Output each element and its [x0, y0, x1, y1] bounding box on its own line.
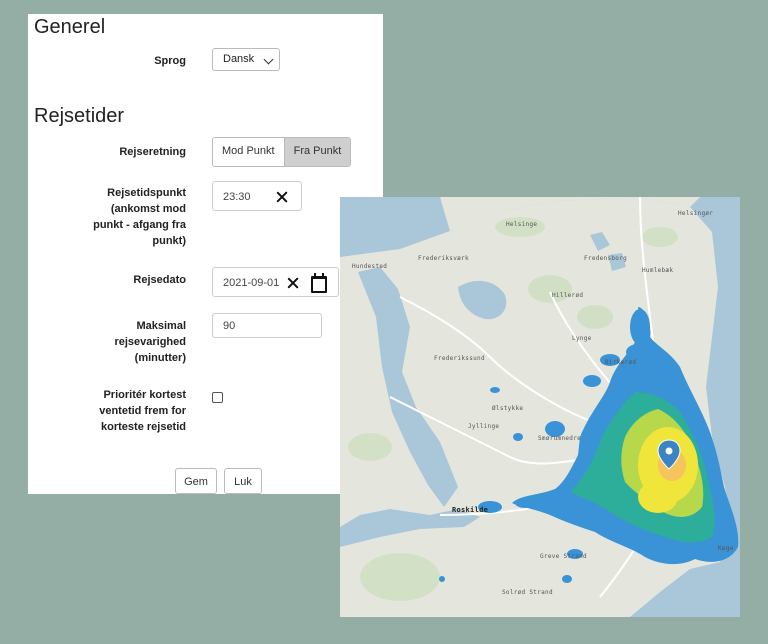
max-duration-label-line: rejsevarighed: [114, 336, 186, 348]
place-label: Smørumnedre: [538, 435, 582, 442]
time-input[interactable]: 23:30: [212, 181, 302, 211]
save-button[interactable]: Gem: [175, 468, 217, 494]
direction-toggle: Mod Punkt Fra Punkt: [212, 137, 352, 167]
place-label: Greve Strand: [540, 553, 587, 560]
place-label: Helsingør: [678, 210, 714, 217]
settings-panel: Generel Sprog Dansk Rejsetider Rejseretn…: [28, 14, 383, 494]
place-label: Hundested: [352, 263, 388, 270]
calendar-icon[interactable]: [311, 273, 327, 293]
date-input[interactable]: 2021-09-01: [212, 267, 339, 297]
time-label: Rejsetidspunkt (ankomst mod punkt - afga…: [28, 185, 186, 249]
chevron-down-icon: [263, 54, 274, 65]
prioritize-label-line: korteste rejsetid: [101, 421, 186, 433]
place-label: Køge: [718, 545, 734, 552]
prioritize-checkbox[interactable]: [212, 392, 223, 403]
place-label: Ølstykke: [492, 405, 524, 412]
place-label: Fredensborg: [584, 255, 628, 262]
max-duration-label-line: (minutter): [134, 352, 186, 364]
date-input-value: 2021-09-01: [223, 277, 280, 289]
direction-option-mod-punkt[interactable]: Mod Punkt: [213, 138, 284, 166]
close-button[interactable]: Luk: [224, 468, 262, 494]
section-title-general: Generel: [34, 16, 106, 38]
time-label-line: Rejsetidspunkt: [107, 187, 186, 199]
max-duration-input-value: 90: [223, 320, 236, 332]
place-label: Frederiksværk: [418, 255, 469, 262]
section-title-travel: Rejsetider: [34, 105, 125, 127]
place-label: Frederikssund: [434, 355, 485, 362]
isochrone-map[interactable]: Helsinge Helsingør Hundested Frederiksvæ…: [340, 197, 740, 617]
place-label: Lynge: [572, 335, 592, 342]
direction-option-fra-punkt[interactable]: Fra Punkt: [283, 138, 351, 166]
time-label-line: punkt): [152, 235, 186, 247]
clear-date-icon[interactable]: [287, 277, 299, 289]
prioritize-label-line: Prioritér kortest: [103, 389, 186, 401]
place-label: Jyllinge: [468, 423, 500, 430]
place-label: Helsinge: [506, 221, 538, 228]
max-duration-label: Maksimal rejsevarighed (minutter): [28, 318, 186, 366]
place-label: Birkerød: [605, 359, 637, 366]
date-label: Rejsedato: [133, 274, 186, 286]
language-select[interactable]: Dansk: [212, 48, 280, 71]
prioritize-label: Prioritér kortest ventetid frem for kort…: [28, 387, 186, 435]
place-label: Solrød Strand: [502, 589, 553, 596]
place-label: Roskilde: [452, 506, 489, 514]
max-duration-label-line: Maksimal: [136, 320, 186, 332]
language-select-value: Dansk: [223, 53, 255, 65]
time-label-line: punkt - afgang fra: [93, 219, 186, 231]
time-input-value: 23:30: [223, 191, 251, 203]
place-label: Humlebæk: [642, 267, 674, 274]
time-label-line: (ankomst mod: [110, 203, 186, 215]
clear-time-icon[interactable]: [276, 191, 288, 203]
direction-label: Rejseretning: [119, 146, 186, 158]
language-label: Sprog: [154, 55, 186, 67]
place-label: Hillerød: [552, 292, 584, 299]
prioritize-label-line: ventetid frem for: [99, 405, 186, 417]
max-duration-input[interactable]: 90: [212, 313, 322, 338]
